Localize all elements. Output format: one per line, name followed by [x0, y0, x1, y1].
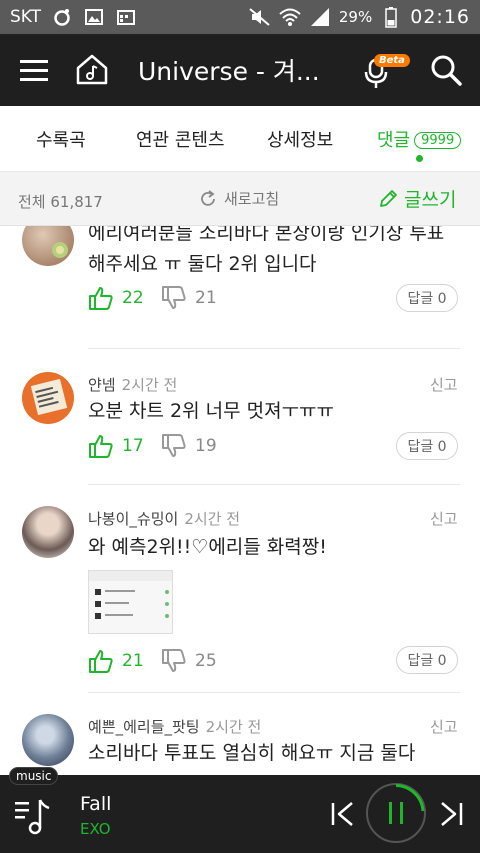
clock: 02:16	[410, 6, 470, 28]
divider	[88, 348, 460, 349]
dislike-button[interactable]: 25	[161, 648, 217, 674]
comment-text: 소리바다 투표도 열심히 해요ㅠ 지금 둘다	[88, 742, 416, 764]
avatar[interactable]	[22, 714, 74, 766]
beta-badge: Beta	[374, 54, 410, 67]
signal-icon	[309, 6, 331, 28]
reply-button[interactable]: 답글 0	[396, 432, 458, 460]
home-music-icon	[76, 54, 108, 85]
home-button[interactable]	[74, 50, 110, 88]
comment-time: 2시간 전	[184, 510, 241, 528]
report-button[interactable]: 신고	[430, 374, 458, 395]
avatar[interactable]	[22, 506, 74, 558]
refresh-label: 새로고침	[224, 190, 280, 208]
tab-comments-label: 댓글	[377, 130, 411, 151]
menu-button[interactable]	[18, 54, 50, 86]
status-bar: SKT 29% 02:16	[0, 0, 480, 34]
tab-bar: 수록곡 연관 콘텐츠 상세정보 댓글 9999	[0, 106, 480, 172]
active-tab-indicator	[416, 155, 423, 162]
previous-button[interactable]	[328, 799, 358, 829]
hamburger-icon	[20, 60, 48, 81]
report-button[interactable]: 신고	[430, 716, 458, 737]
comment-list[interactable]: 에리여러분들 소리바다 본상이랑 인기상 투표해주세요 ㅠ 둘다 2위 입니다 …	[0, 226, 480, 775]
gallery-icon	[83, 6, 105, 28]
tab-tracks[interactable]: 수록곡	[36, 126, 86, 152]
progress-ring	[395, 783, 424, 811]
attached-image[interactable]	[88, 570, 173, 634]
tab-comments[interactable]: 댓글 9999	[377, 126, 462, 152]
comment-count-badge: 9999	[414, 132, 462, 149]
divider	[88, 484, 460, 485]
tab-details[interactable]: 상세정보	[267, 126, 333, 152]
author-name[interactable]: 예쁜_에리들_팟팅	[88, 718, 200, 736]
comment-meta: 예쁜_에리들_팟팅 2시간 전	[88, 716, 261, 737]
like-count: 22	[122, 288, 144, 308]
tab-related-content[interactable]: 연관 콘텐츠	[136, 126, 225, 152]
wifi-icon	[279, 6, 301, 28]
track-title[interactable]: Fall	[80, 793, 111, 815]
next-button[interactable]	[436, 799, 466, 829]
dislike-button[interactable]: 19	[161, 433, 217, 459]
comment-time: 2시간 전	[121, 376, 178, 394]
calendar-icon	[115, 6, 137, 28]
like-button[interactable]: 17	[88, 433, 144, 459]
thumbs-down-icon	[162, 649, 186, 672]
reply-button[interactable]: 답글 0	[396, 284, 458, 312]
dislike-count: 21	[195, 288, 217, 308]
settings-ring-icon	[51, 6, 73, 28]
battery-percent: 29%	[338, 8, 373, 26]
like-button[interactable]: 21	[88, 648, 144, 674]
comment-meta: 얀넴 2시간 전	[88, 374, 177, 395]
comment-text: 에리여러분들 소리바다 본상이랑 인기상 투표해주세요 ㅠ 둘다 2위 입니다	[88, 226, 445, 275]
thumbs-up-icon	[89, 650, 113, 673]
battery-icon	[380, 6, 402, 28]
like-button[interactable]: 22	[88, 285, 144, 311]
comment-info-bar: 전체 61,817 새로고침 글쓰기	[0, 172, 480, 226]
search-button[interactable]	[428, 52, 464, 88]
playlist-button[interactable]	[12, 793, 54, 837]
refresh-icon	[201, 189, 215, 206]
write-comment-button[interactable]: 글쓰기	[378, 185, 456, 212]
divider	[88, 692, 460, 693]
music-tag: music	[9, 767, 59, 785]
track-artist[interactable]: EXO	[80, 820, 111, 838]
music-list-icon	[15, 799, 50, 835]
dislike-count: 25	[195, 651, 217, 671]
search-icon	[431, 55, 462, 86]
thumbs-down-icon	[162, 434, 186, 457]
comment-text: 와 예측2위!!♡에리들 화력짱!	[88, 536, 327, 558]
pause-button[interactable]	[366, 783, 426, 843]
comment-meta: 나봉이_슈밍이 2시간 전	[88, 508, 240, 529]
mute-icon	[249, 6, 271, 28]
like-count: 17	[122, 436, 144, 456]
thumbs-up-icon	[89, 435, 113, 458]
comment-time: 2시간 전	[205, 718, 262, 736]
mini-player[interactable]: music Fall EXO	[0, 767, 480, 853]
page-title: Universe - 겨...	[138, 57, 320, 86]
reply-button[interactable]: 답글 0	[396, 646, 458, 674]
avatar[interactable]	[22, 372, 74, 424]
previous-icon	[331, 802, 353, 826]
refresh-button[interactable]: 새로고침	[198, 188, 279, 209]
thumbs-down-icon	[162, 286, 186, 309]
total-count: 전체 61,817	[18, 193, 103, 211]
dislike-count: 19	[195, 436, 217, 456]
author-name[interactable]: 나봉이_슈밍이	[88, 510, 178, 528]
like-count: 21	[122, 651, 144, 671]
comment-text: 오분 차트 2위 너무 멋져ㅜㅠㅠ	[88, 400, 335, 422]
write-label: 글쓰기	[404, 189, 457, 211]
dislike-button[interactable]: 21	[161, 285, 217, 311]
author-name[interactable]: 얀넴	[88, 376, 116, 394]
app-header: Universe - 겨... Beta	[0, 34, 480, 106]
thumbs-up-icon	[89, 287, 113, 310]
report-button[interactable]: 신고	[430, 508, 458, 529]
avatar[interactable]	[22, 226, 74, 266]
carrier-label: SKT	[10, 7, 42, 27]
pencil-icon	[380, 189, 397, 207]
next-icon	[441, 802, 463, 826]
